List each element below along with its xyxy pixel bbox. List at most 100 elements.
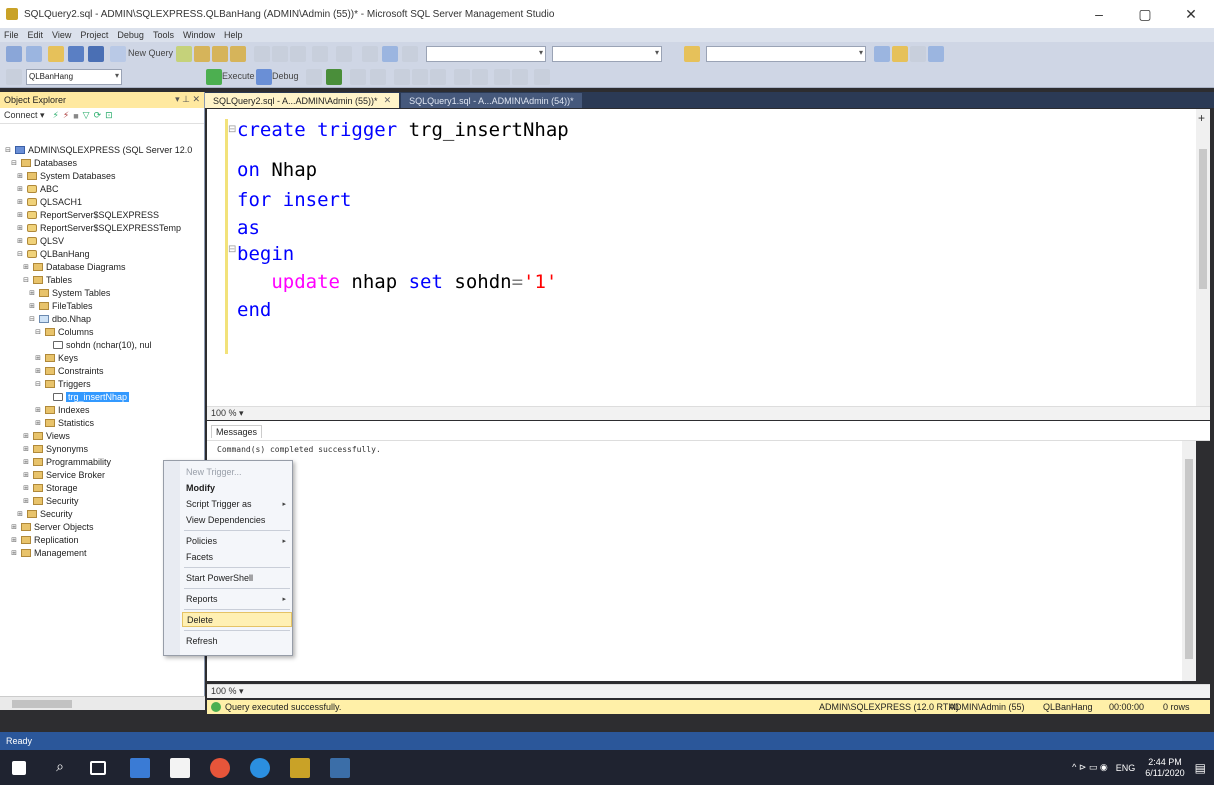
collapse-icon[interactable]: ⊟	[34, 328, 42, 336]
collapse-icon[interactable]: ⊟	[4, 146, 12, 154]
tab-sqlquery2[interactable]: SQLQuery2.sql - A...ADMIN\Admin (55))* ✕	[205, 93, 400, 108]
find-combo[interactable]: ▾	[706, 46, 866, 62]
language-indicator[interactable]: ENG	[1116, 763, 1136, 773]
specify-values-icon[interactable]	[534, 69, 550, 85]
expand-icon[interactable]: ⊞	[16, 237, 24, 245]
results-to-grid-icon[interactable]	[412, 69, 428, 85]
expand-icon[interactable]: ⊞	[34, 419, 42, 427]
query-options-icon[interactable]	[370, 69, 386, 85]
menu-tools[interactable]: Tools	[153, 30, 174, 40]
expand-icon[interactable]: ⊞	[28, 289, 36, 297]
menu-item-refresh[interactable]: Refresh	[182, 633, 292, 648]
open-file-icon[interactable]	[48, 46, 64, 62]
store-icon[interactable]	[170, 758, 190, 778]
expand-icon[interactable]: ⊞	[10, 549, 18, 557]
code-line[interactable]: update nhap set sohdn='1'	[237, 271, 557, 293]
expand-icon[interactable]: ⊞	[10, 536, 18, 544]
object-explorer-icon[interactable]	[892, 46, 908, 62]
execute-icon[interactable]	[206, 69, 222, 85]
dmx-query-icon[interactable]	[230, 46, 246, 62]
tree-node[interactable]: ⊟ QLBanHang	[16, 247, 89, 260]
clock[interactable]: 2:44 PM 6/11/2020	[1145, 757, 1184, 779]
paste-icon[interactable]	[290, 46, 306, 62]
menu-item-modify[interactable]: Modify	[182, 480, 292, 495]
comment-icon[interactable]	[454, 69, 470, 85]
tree-node[interactable]: ⊞ Service Broker	[22, 468, 105, 481]
search-combo[interactable]: ▾	[426, 46, 546, 62]
disconnect-icon[interactable]: ⚡	[63, 110, 69, 121]
database-engine-query-icon[interactable]	[176, 46, 192, 62]
menu-item-start-powershell[interactable]: Start PowerShell	[182, 570, 292, 585]
split-icon[interactable]: +	[1198, 111, 1205, 125]
expand-icon[interactable]: ⊞	[10, 523, 18, 531]
tree-node[interactable]: ⊞ Constraints	[34, 364, 103, 377]
tree-node[interactable]: ⊞ Programmability	[22, 455, 111, 468]
toolbox-icon[interactable]	[928, 46, 944, 62]
menu-project[interactable]: Project	[80, 30, 108, 40]
collapse-icon[interactable]: ⊟	[10, 159, 18, 167]
tree-node[interactable]: ⊞ Synonyms	[22, 442, 88, 455]
filter-icon[interactable]: ▽	[83, 110, 90, 121]
tree-node[interactable]: ⊞ System Tables	[28, 286, 110, 299]
template-explorer-icon[interactable]	[910, 46, 926, 62]
tree-node[interactable]: ⊟ dbo.Nhap	[28, 312, 91, 325]
messages-tab[interactable]: Messages	[211, 425, 263, 438]
tree-node[interactable]: ⊞ Indexes	[34, 403, 89, 416]
edge-icon[interactable]	[250, 758, 270, 778]
undo-icon[interactable]	[312, 46, 328, 62]
tree-node[interactable]: ⊞ ReportServer$SQLEXPRESSTemp	[16, 221, 181, 234]
tree-node[interactable]: sohdn (nchar(10), nul	[42, 338, 152, 351]
tree-node[interactable]: ⊞ Security	[22, 494, 78, 507]
redo-icon[interactable]	[336, 46, 352, 62]
panel-pin-icon[interactable]: ▾ ⊥ ✕	[175, 94, 200, 105]
menu-help[interactable]: Help	[224, 30, 243, 40]
chrome-icon[interactable]	[210, 758, 230, 778]
expand-icon[interactable]: ⊞	[22, 497, 30, 505]
cancel-query-icon[interactable]	[306, 69, 322, 85]
tray-icons[interactable]: ^ ⊳ ▭ ◉	[1072, 762, 1108, 773]
save-icon[interactable]	[68, 46, 84, 62]
results-to-text-icon[interactable]	[394, 69, 410, 85]
menu-window[interactable]: Window	[183, 30, 215, 40]
tree-node[interactable]: ⊞ Statistics	[34, 416, 94, 429]
tree-node[interactable]: ⊟ Tables	[22, 273, 72, 286]
expand-icon[interactable]: ⊞	[16, 198, 24, 206]
collapse-icon[interactable]: ⊟	[16, 250, 24, 258]
expand-icon[interactable]: ⊞	[22, 458, 30, 466]
maximize-button[interactable]: ▢	[1122, 0, 1168, 28]
tree-node[interactable]: ⊟ Columns	[34, 325, 93, 338]
solution-config-combo[interactable]: ▾	[552, 46, 662, 62]
uncomment-icon[interactable]	[472, 69, 488, 85]
analysis-query-icon[interactable]	[194, 46, 210, 62]
task-view-icon[interactable]	[90, 761, 106, 775]
connect-dropdown[interactable]: Connect ▾	[4, 110, 45, 121]
menu-item-new-trigger[interactable]: New Trigger...	[182, 464, 292, 479]
new-query-button[interactable]: New Query	[128, 48, 173, 58]
tree-node[interactable]: ⊞ ABC	[16, 182, 58, 195]
results-to-file-icon[interactable]	[430, 69, 446, 85]
tree-node[interactable]: ⊞ Management	[10, 546, 86, 559]
code-line[interactable]: create trigger trg_insertNhap	[237, 119, 569, 141]
code-line[interactable]: end	[237, 299, 271, 321]
tree-node[interactable]: ⊞ QLSV	[16, 234, 64, 247]
tree-node[interactable]: ⊞ FileTables	[28, 299, 92, 312]
file-explorer-icon[interactable]	[130, 758, 150, 778]
connect-icon[interactable]: ⚡	[53, 110, 59, 121]
object-explorer-hscrollbar[interactable]	[0, 696, 205, 710]
tree-node[interactable]: ⊞ Keys	[34, 351, 78, 364]
expand-icon[interactable]: ⊞	[22, 263, 30, 271]
connect-icon[interactable]	[6, 69, 22, 85]
expand-icon[interactable]: ⊞	[28, 302, 36, 310]
expand-icon[interactable]: ⊞	[16, 510, 24, 518]
menu-item-delete[interactable]: Delete	[182, 612, 292, 627]
search-icon[interactable]: ⌕	[50, 758, 70, 778]
activity-monitor-icon[interactable]: ⊡	[105, 110, 113, 121]
messages-vscrollbar[interactable]	[1182, 441, 1196, 681]
windows-start-icon[interactable]	[12, 761, 26, 775]
menu-item-view-dependencies[interactable]: View Dependencies	[182, 512, 292, 527]
tree-node[interactable]: ⊞ Security	[16, 507, 72, 520]
new-file-icon[interactable]	[26, 46, 42, 62]
registered-servers-icon[interactable]	[874, 46, 890, 62]
refresh-icon[interactable]: ⟳	[94, 110, 102, 121]
expand-icon[interactable]: ⊞	[34, 367, 42, 375]
